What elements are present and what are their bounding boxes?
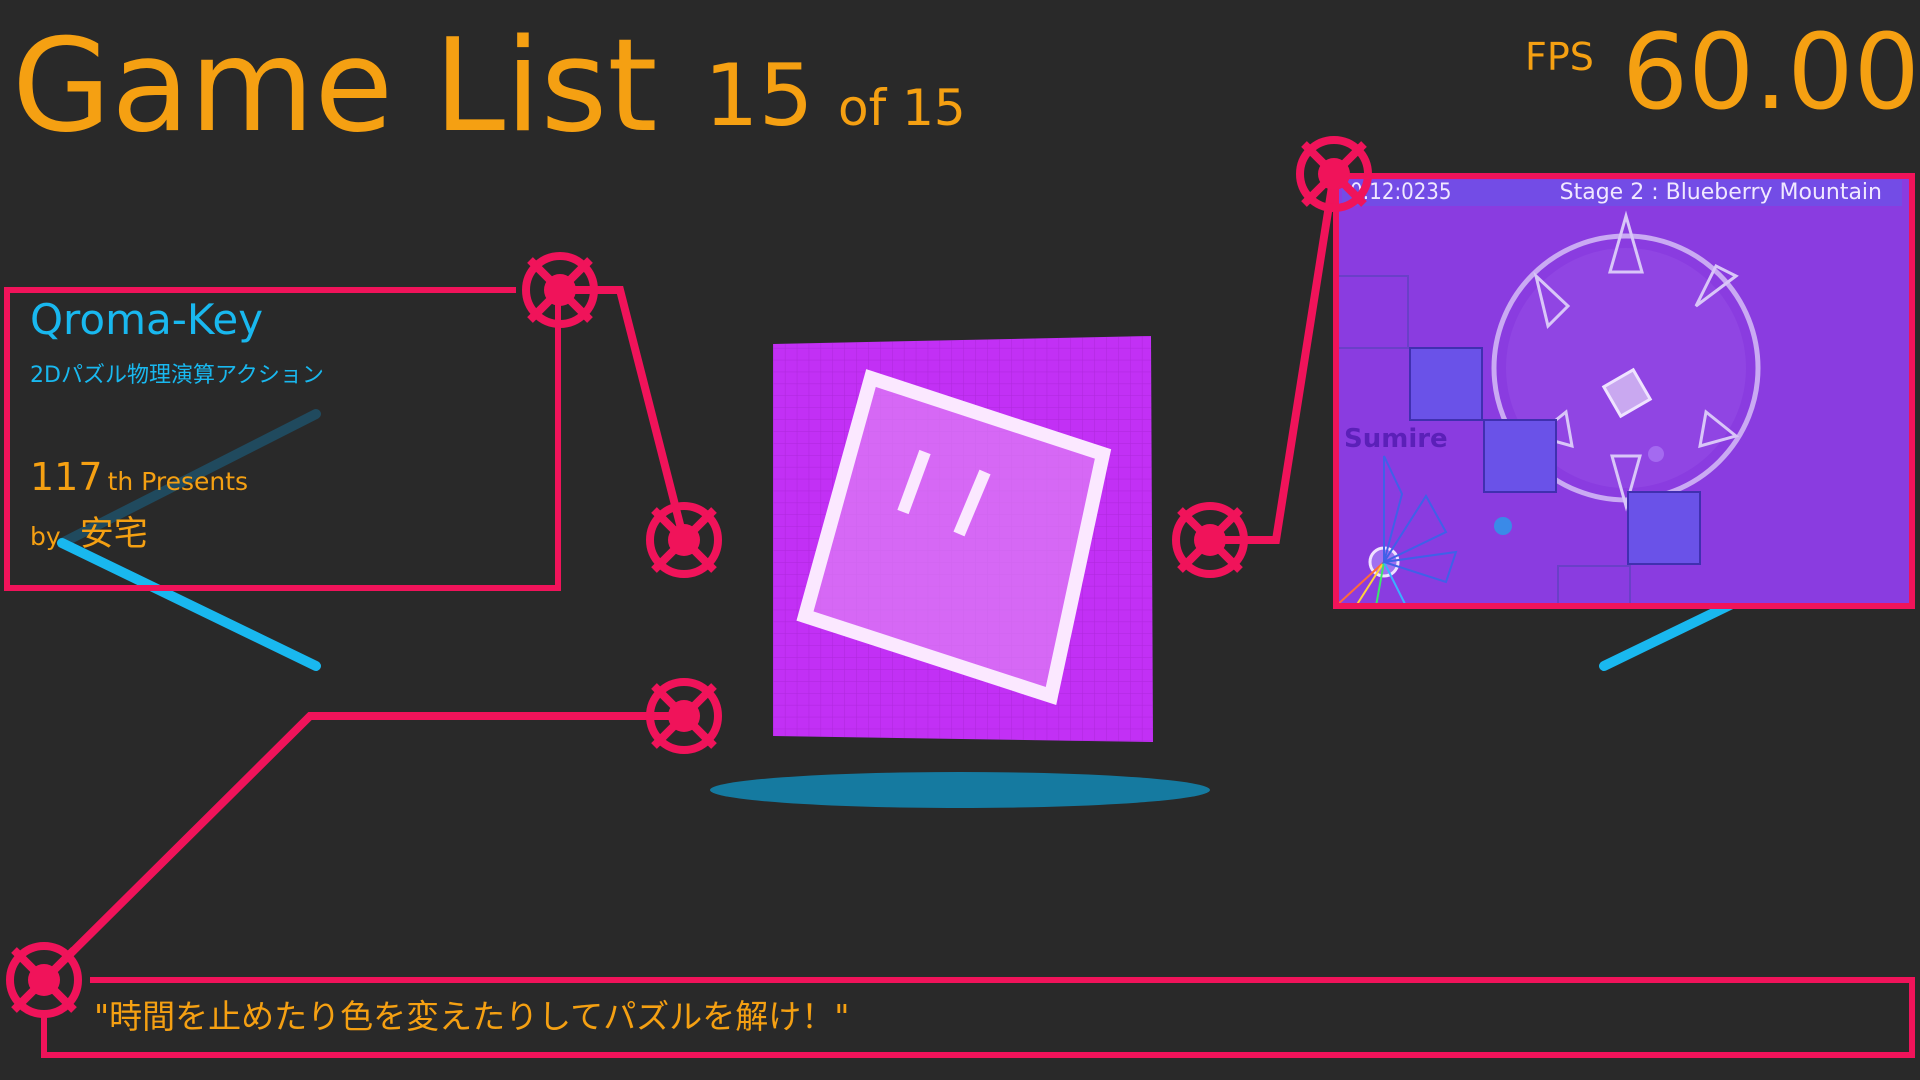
screenshot-frame [1333,173,1915,609]
connector-line [560,286,688,541]
connector-line [1210,173,1338,544]
author-name: 安宅 [79,514,148,554]
presents-line: 117 th Presents [30,455,248,499]
crosshair-icon [646,502,722,578]
game-description: "時間を止めたり色を変えたりしてパズルを解け！" [94,997,850,1036]
crosshair-icon [6,942,82,1018]
presents-number: 117 [30,455,103,499]
by-label: by [30,522,61,551]
presents-suffix: th Presents [107,467,249,496]
game-title: Qroma-Key [30,295,264,344]
connector-line [41,712,684,983]
author-line: by 安宅 [30,506,148,555]
game-genre: 2Dパズル物理演算アクション [30,363,324,388]
frame-overlay [4,136,1915,1058]
